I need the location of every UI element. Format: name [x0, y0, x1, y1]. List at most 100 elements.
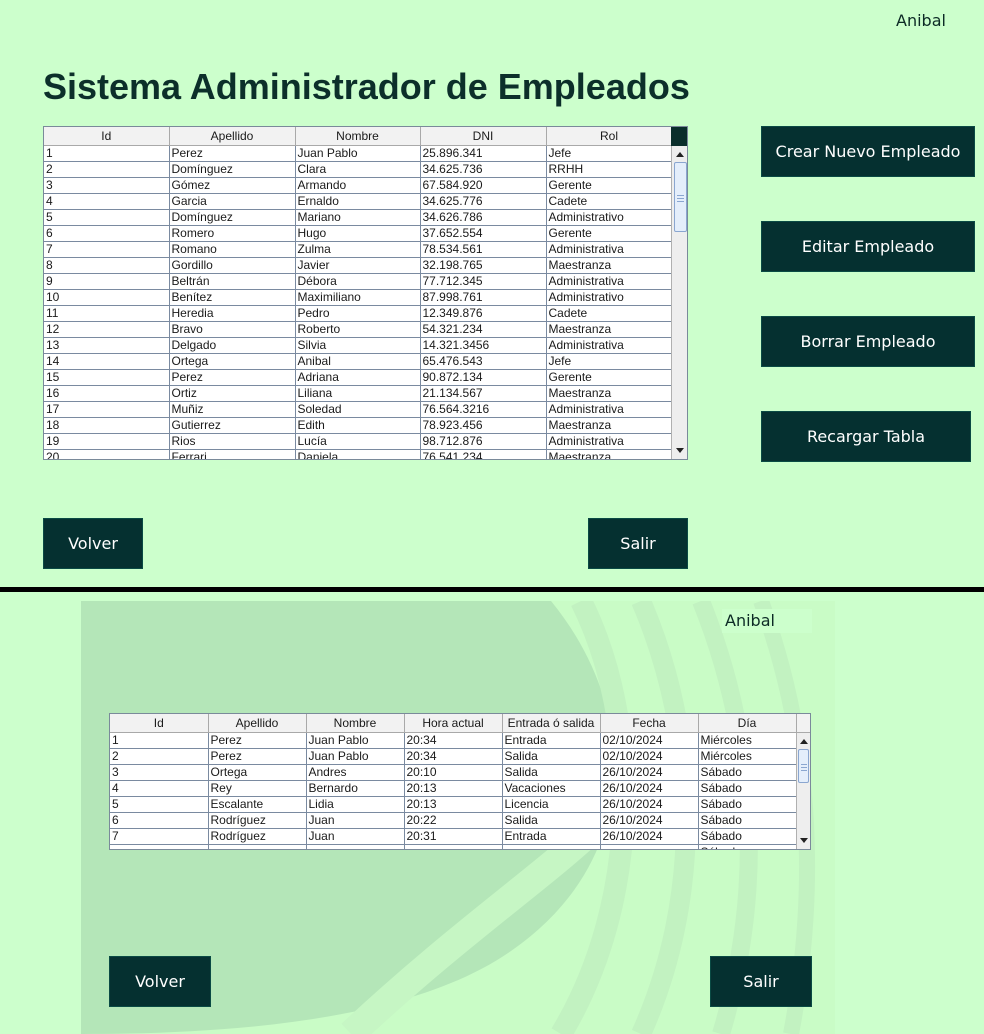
table-row[interactable]: 12 Bravo Roberto 54.321.234 Maestranza	[44, 321, 672, 338]
table-cell[interactable]: Maestranza	[546, 321, 672, 338]
table-cell[interactable]: 4	[110, 780, 209, 797]
table-cell[interactable]: 20:31	[404, 828, 503, 845]
table-cell[interactable]: Daniela	[295, 449, 421, 459]
table-cell[interactable]: 9	[44, 273, 170, 290]
attendance-table[interactable]: Id Apellido Nombre Hora actual Entrada ó sal…	[109, 713, 811, 850]
attendance-grid[interactable]: Id Apellido Nombre Hora actual Entrada ó sal…	[110, 714, 796, 849]
table-cell[interactable]: Muñiz	[169, 401, 296, 418]
table-cell[interactable]: Jefe	[546, 145, 672, 162]
table-cell[interactable]: Gómez	[169, 177, 296, 194]
table-cell[interactable]: 20:22	[404, 812, 503, 829]
table-cell[interactable]: 76.541.234	[420, 449, 547, 459]
table-row[interactable]: 3 Gómez Armando 67.584.920 Gerente	[44, 177, 672, 194]
scroll-up-icon[interactable]	[800, 739, 808, 744]
table-cell[interactable]: 6	[110, 812, 209, 829]
table-cell[interactable]: 13	[44, 337, 170, 354]
scroll-up-icon[interactable]	[676, 152, 684, 157]
table-cell[interactable]: 87.998.761	[420, 289, 547, 306]
table-cell[interactable]: Javier	[295, 257, 421, 274]
table-cell[interactable]: Sábado	[698, 764, 796, 781]
table-cell[interactable]: Domínguez	[169, 161, 296, 178]
table-cell[interactable]: 6	[44, 225, 170, 242]
table-cell[interactable]: 14	[44, 353, 170, 370]
table-row[interactable]: 5 Domínguez Mariano 34.626.786 Administrativ…	[44, 209, 672, 226]
table-row[interactable]: 20 Ferrari Daniela 76.541.234 Maestranza	[44, 449, 672, 459]
table-cell[interactable]: 12	[44, 321, 170, 338]
scroll-down-icon[interactable]	[800, 838, 808, 843]
table-cell[interactable]: 21.134.567	[420, 385, 547, 402]
table-cell[interactable]: 02/10/2024	[600, 732, 699, 749]
table-cell[interactable]: 15	[44, 369, 170, 386]
table-cell[interactable]: 20:13	[404, 796, 503, 813]
table-cell[interactable]: 3	[110, 764, 209, 781]
table-cell[interactable]: Ernaldo	[295, 193, 421, 210]
table-cell[interactable]: Juan Pablo	[306, 748, 405, 765]
table-cell[interactable]: Ortiz	[169, 385, 296, 402]
table-row[interactable]: 9 Beltrán Débora 77.712.345 Administrativa	[44, 273, 672, 290]
table-cell[interactable]: 67.584.920	[420, 177, 547, 194]
table-cell[interactable]: Administrativa	[546, 433, 672, 450]
table-cell[interactable]: Silvia	[295, 337, 421, 354]
exit-button[interactable]: Salir	[710, 956, 812, 1007]
table-cell[interactable]: 10	[44, 289, 170, 306]
table-row[interactable]: Sábado	[110, 844, 796, 849]
table-cell[interactable]: Juan Pablo	[306, 732, 405, 749]
table-row[interactable]: 4 Rey Bernardo 20:13 Vacaciones 26/10/2024 Sáb…	[110, 780, 796, 797]
table-row[interactable]: 16 Ortiz Liliana 21.134.567 Maestranza	[44, 385, 672, 402]
table-cell[interactable]: 76.564.3216	[420, 401, 547, 418]
table-cell[interactable]: Jefe	[546, 353, 672, 370]
table-cell[interactable]: Vacaciones	[502, 780, 601, 797]
column-header[interactable]: Id	[44, 127, 170, 146]
table-row[interactable]: 11 Heredia Pedro 12.349.876 Cadete	[44, 305, 672, 322]
table-cell[interactable]: Ortega	[169, 353, 296, 370]
table-cell[interactable]: 26/10/2024	[600, 796, 699, 813]
table-cell[interactable]: Rey	[208, 780, 307, 797]
table-cell[interactable]: Administrativa	[546, 337, 672, 354]
table-cell[interactable]: 16	[44, 385, 170, 402]
table-cell[interactable]: 20:34	[404, 748, 503, 765]
table-cell[interactable]: Bravo	[169, 321, 296, 338]
table-cell[interactable]: Romero	[169, 225, 296, 242]
table-cell[interactable]: Sábado	[698, 844, 796, 849]
table-cell[interactable]: 34.625.776	[420, 193, 547, 210]
table-cell[interactable]: Romano	[169, 241, 296, 258]
table-cell[interactable]: 20	[44, 449, 170, 459]
table-row[interactable]: 5 Escalante Lidia 20:13 Licencia 26/10/2024 Sá…	[110, 796, 796, 813]
column-header[interactable]: Id	[110, 714, 209, 733]
column-header[interactable]: DNI	[420, 127, 547, 146]
table-cell[interactable]: Gutierrez	[169, 417, 296, 434]
table-cell[interactable]: Liliana	[295, 385, 421, 402]
table-row[interactable]: 4 Garcia Ernaldo 34.625.776 Cadete	[44, 193, 672, 210]
table-cell[interactable]: Administrativo	[546, 209, 672, 226]
table-cell[interactable]: Maximiliano	[295, 289, 421, 306]
table-cell[interactable]: Perez	[208, 748, 307, 765]
table-row[interactable]: 19 Rios Lucía 98.712.876 Administrativa	[44, 433, 672, 450]
table-cell[interactable]: Lidia	[306, 796, 405, 813]
table-cell[interactable]: 18	[44, 417, 170, 434]
table-cell[interactable]: 20:10	[404, 764, 503, 781]
table-row[interactable]: 2 Perez Juan Pablo 20:34 Salida 02/10/2024 Mié…	[110, 748, 796, 765]
scrollbar[interactable]	[796, 733, 810, 849]
employees-table[interactable]: Id Apellido Nombre DNI Rol 1 Perez Juan Pablo 2…	[43, 126, 688, 460]
column-header[interactable]: Día	[698, 714, 796, 733]
table-cell[interactable]: Perez	[208, 732, 307, 749]
table-cell[interactable]: Garcia	[169, 193, 296, 210]
table-cell[interactable]: Adriana	[295, 369, 421, 386]
scroll-thumb[interactable]	[674, 162, 687, 232]
table-row[interactable]: 8 Gordillo Javier 32.198.765 Maestranza	[44, 257, 672, 274]
table-cell[interactable]: Entrada	[502, 828, 601, 845]
table-cell[interactable]	[502, 844, 601, 849]
table-cell[interactable]: Sábado	[698, 796, 796, 813]
table-cell[interactable]: Miércoles	[698, 748, 796, 765]
table-cell[interactable]: 8	[44, 257, 170, 274]
table-cell[interactable]: 78.534.561	[420, 241, 547, 258]
table-cell[interactable]	[306, 844, 405, 849]
table-cell[interactable]: Domínguez	[169, 209, 296, 226]
table-cell[interactable]: Andres	[306, 764, 405, 781]
table-cell[interactable]: Sábado	[698, 828, 796, 845]
exit-button[interactable]: Salir	[588, 518, 688, 569]
scroll-down-icon[interactable]	[676, 448, 684, 453]
table-cell[interactable]: Administrativa	[546, 273, 672, 290]
table-cell[interactable]: Juan	[306, 828, 405, 845]
table-cell[interactable]: Cadete	[546, 193, 672, 210]
